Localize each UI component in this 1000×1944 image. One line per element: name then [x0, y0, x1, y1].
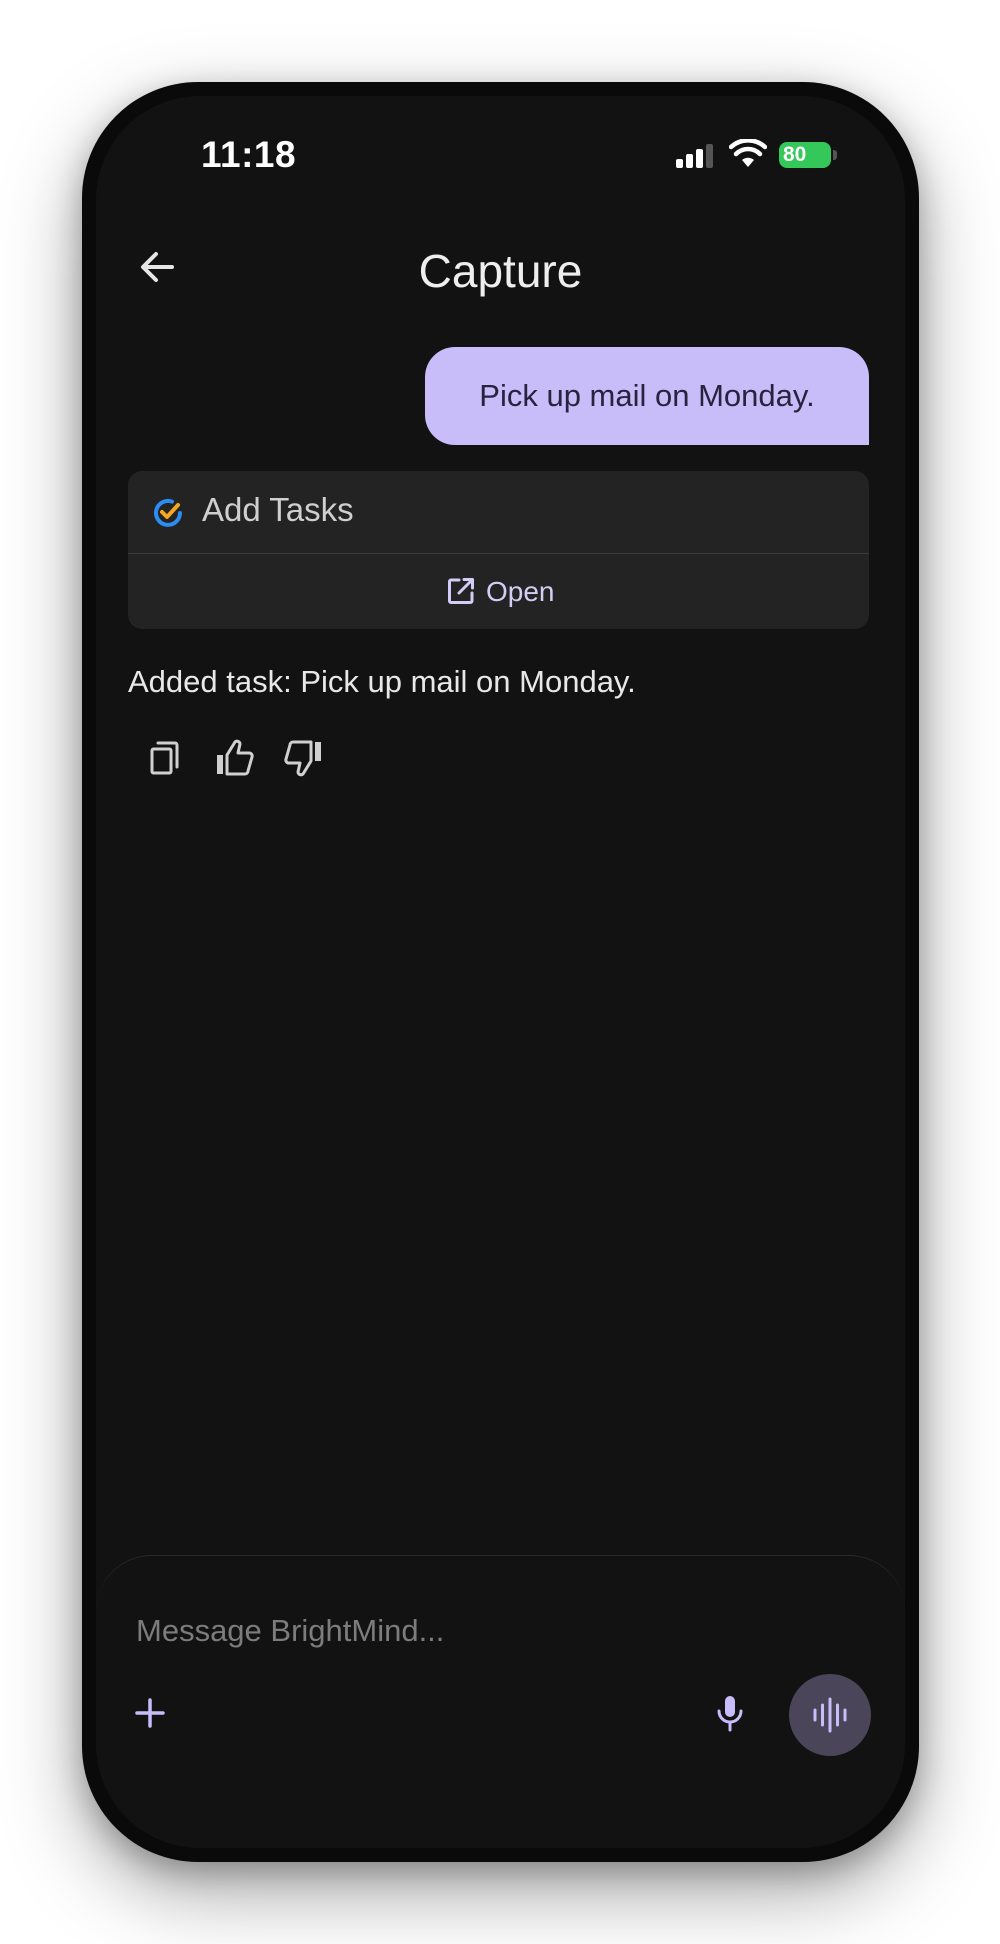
battery-icon: 80: [779, 142, 831, 168]
voice-mode-button[interactable]: [789, 1674, 871, 1756]
task-check-icon: [154, 498, 182, 527]
tool-result-card: Add Tasks Open: [128, 471, 869, 629]
plus-icon[interactable]: [128, 1691, 172, 1735]
external-link-icon: [448, 578, 474, 604]
tool-card-header: Add Tasks: [128, 471, 869, 554]
battery-tip: [833, 150, 837, 160]
user-message-bubble: Pick up mail on Monday.: [425, 347, 869, 445]
tool-card-title: Add Tasks: [202, 491, 354, 528]
composer-panel: [96, 1555, 905, 1848]
voice-waveform-icon: [813, 1697, 847, 1733]
assistant-message: Added task: Pick up mail on Monday.: [128, 664, 636, 699]
message-input[interactable]: [134, 1605, 838, 1657]
open-button[interactable]: Open: [128, 554, 869, 629]
copy-icon[interactable]: [141, 736, 185, 780]
wifi-icon: [729, 139, 767, 167]
open-button-label: Open: [486, 576, 555, 607]
thumbs-down-icon[interactable]: [282, 736, 326, 780]
app-screen: 11:18 80 Capture Pick up mail on Monday.…: [96, 96, 905, 1848]
microphone-icon[interactable]: [708, 1691, 752, 1735]
status-time: 11:18: [201, 134, 297, 175]
signal-icon: [676, 144, 718, 168]
battery-level: 80: [783, 143, 807, 166]
page-title: Capture: [418, 245, 583, 297]
thumbs-up-icon[interactable]: [212, 736, 256, 780]
